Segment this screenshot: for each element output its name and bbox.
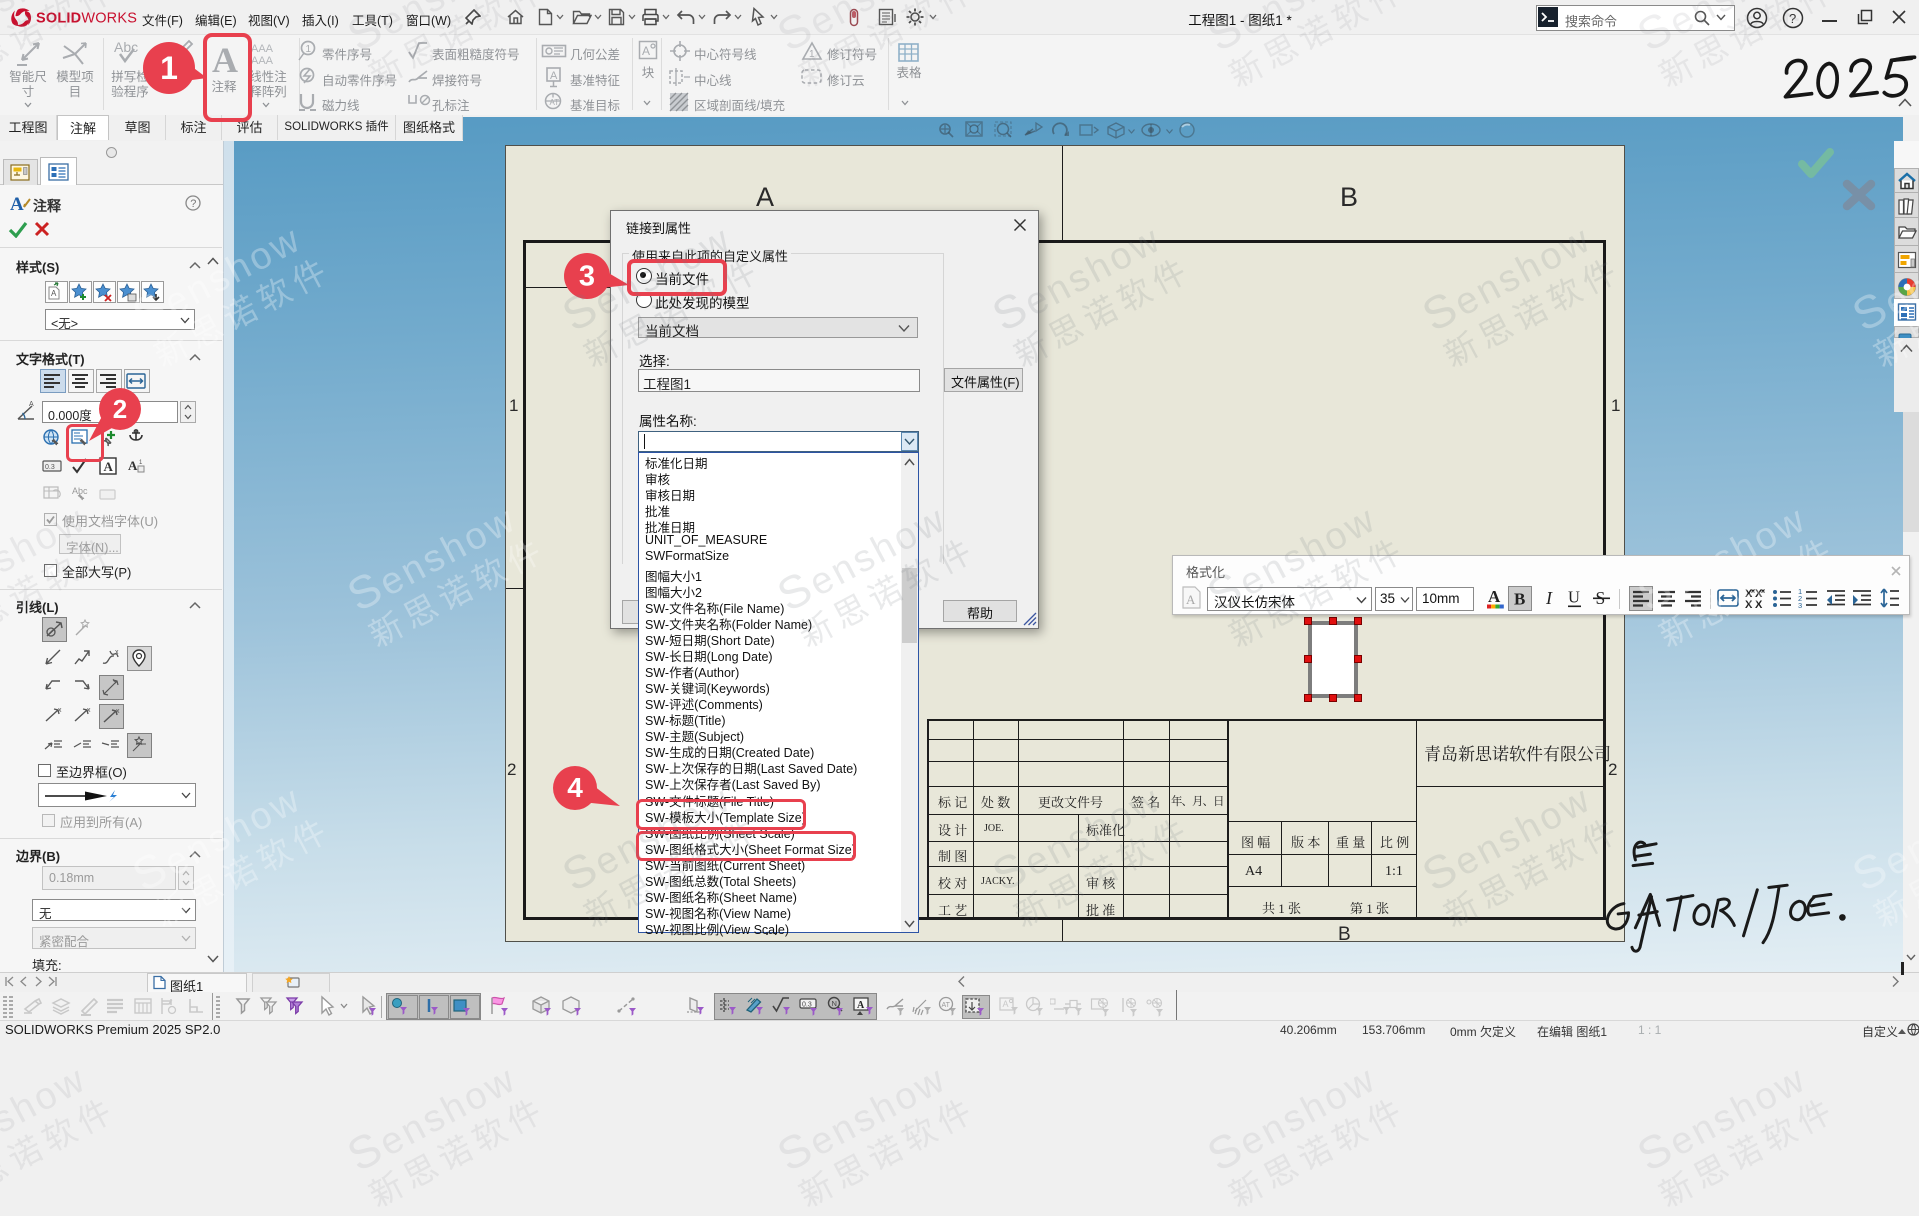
- svg-text:x: x: [115, 649, 119, 656]
- svg-text:1: 1: [139, 460, 143, 466]
- svg-text:X: X: [1745, 599, 1753, 611]
- svg-text:3: 3: [1798, 601, 1802, 610]
- svg-text:B: B: [1514, 590, 1525, 609]
- svg-text:A: A: [128, 458, 138, 473]
- svg-text:A: A: [10, 194, 24, 213]
- svg-text:x: x: [58, 707, 62, 714]
- svg-text:A: A: [1488, 587, 1501, 606]
- svg-text:0.3: 0.3: [45, 464, 55, 471]
- svg-text:A: A: [29, 401, 34, 408]
- svg-text:3: 3: [579, 261, 595, 293]
- svg-text:AT: AT: [942, 1002, 951, 1009]
- svg-text:x: x: [87, 707, 91, 714]
- svg-text:AT: AT: [550, 98, 560, 107]
- svg-text:A: A: [1003, 999, 1009, 1009]
- svg-text:AAA: AAA: [251, 43, 274, 55]
- svg-text:1: 1: [306, 44, 312, 55]
- svg-text:?: ?: [190, 198, 196, 210]
- svg-text:1: 1: [809, 49, 815, 60]
- svg-text:A: A: [642, 44, 650, 58]
- svg-text:2: 2: [113, 394, 127, 424]
- svg-text:U: U: [1568, 588, 1580, 607]
- svg-text:A: A: [857, 1000, 865, 1011]
- svg-text:x: x: [116, 708, 120, 715]
- svg-text:4: 4: [567, 772, 583, 803]
- svg-text:A: A: [104, 459, 114, 474]
- svg-text:0.3: 0.3: [802, 1002, 812, 1009]
- svg-text:A: A: [550, 70, 558, 82]
- svg-text:1: 1: [160, 50, 178, 86]
- svg-text:A: A: [51, 289, 57, 298]
- svg-text:SOLIDWORKS: SOLIDWORKS: [36, 11, 137, 27]
- svg-text:AAA: AAA: [251, 55, 274, 66]
- svg-text:X: X: [1755, 599, 1763, 611]
- svg-text:N: N: [832, 999, 837, 1008]
- svg-text:A: A: [1186, 592, 1196, 607]
- svg-text:?: ?: [1789, 11, 1796, 26]
- svg-text:I: I: [1545, 588, 1553, 608]
- svg-text:Abc: Abc: [114, 39, 138, 55]
